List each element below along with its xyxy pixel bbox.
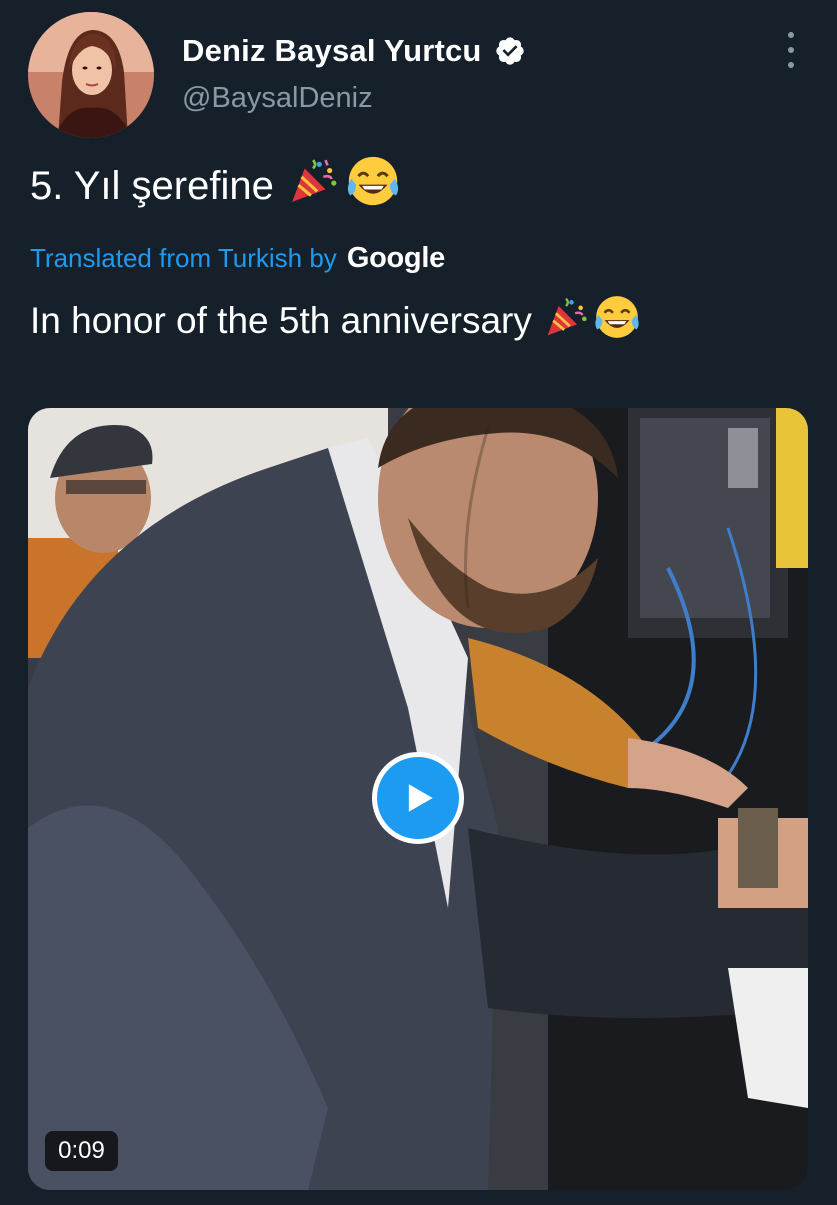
author-handle[interactable]: @BaysalDeniz xyxy=(182,82,373,115)
tweet-text: 5. Yıl şerefine xyxy=(30,156,402,216)
author-avatar[interactable] xyxy=(28,12,154,138)
more-vertical-icon-dot xyxy=(788,32,794,38)
translation-attribution: Translated from Turkish by Google xyxy=(30,238,445,278)
play-button[interactable] xyxy=(372,752,464,844)
laughing-tears-icon xyxy=(344,152,402,220)
translated-from-link[interactable]: Translated from Turkish by xyxy=(30,243,337,274)
more-vertical-icon-dot xyxy=(788,47,794,53)
party-popper-icon xyxy=(288,156,338,216)
google-logo: Google xyxy=(346,241,445,274)
tweet: Deniz Baysal Yurtcu @BaysalDeniz 5. Yıl … xyxy=(0,0,837,1205)
tweet-text-content: 5. Yıl şerefine xyxy=(30,163,274,208)
translated-text: In honor of the 5th anniversary xyxy=(30,292,642,350)
author-name-row[interactable]: Deniz Baysal Yurtcu xyxy=(182,30,526,72)
party-popper-icon xyxy=(544,295,588,348)
video-duration-badge: 0:09 xyxy=(45,1131,118,1171)
laughing-tears-icon xyxy=(592,292,642,351)
avatar-photo xyxy=(28,12,154,138)
author-display-name[interactable]: Deniz Baysal Yurtcu xyxy=(182,33,482,69)
video-player[interactable]: 0:09 xyxy=(28,408,808,1190)
more-options-button[interactable] xyxy=(776,32,806,68)
verified-badge-icon xyxy=(494,35,526,67)
more-vertical-icon-dot xyxy=(788,62,794,68)
play-icon xyxy=(408,784,433,812)
translated-text-content: In honor of the 5th anniversary xyxy=(30,300,532,341)
